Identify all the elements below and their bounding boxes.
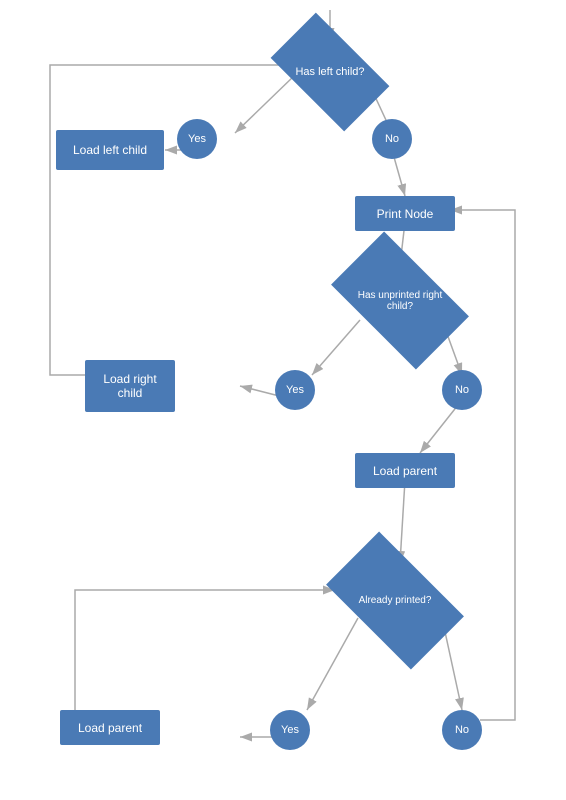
no-circle-3: No — [442, 710, 482, 750]
load-right-child-rect: Load right child — [85, 360, 175, 412]
already-printed-diamond: Already printed? — [335, 563, 455, 638]
no-circle-1: No — [372, 119, 412, 159]
load-left-child-rect: Load left child — [56, 130, 164, 170]
yes-2-label: Yes — [286, 384, 304, 396]
has-left-child-diamond: Has left child? — [278, 40, 382, 104]
load-parent-2-rect: Load parent — [60, 710, 160, 745]
load-parent-rect: Load parent — [355, 453, 455, 488]
yes-circle-3: Yes — [270, 710, 310, 750]
load-parent-2-label: Load parent — [78, 721, 142, 735]
already-printed-label: Already printed? — [335, 563, 455, 638]
yes-1-label: Yes — [188, 133, 206, 145]
load-parent-label: Load parent — [373, 464, 437, 478]
no-2-label: No — [455, 384, 469, 396]
yes-circle-2: Yes — [275, 370, 315, 410]
has-unprinted-label: Has unprinted right child? — [340, 263, 460, 338]
yes-circle-1: Yes — [177, 119, 217, 159]
print-node-label: Print Node — [377, 207, 434, 221]
has-unprinted-diamond: Has unprinted right child? — [340, 263, 460, 338]
yes-3-label: Yes — [281, 724, 299, 736]
print-node-rect: Print Node — [355, 196, 455, 231]
has-left-child-label: Has left child? — [278, 40, 382, 104]
load-right-child-label: Load right child — [95, 372, 165, 400]
load-left-child-label: Load left child — [73, 143, 147, 157]
no-3-label: No — [455, 724, 469, 736]
no-1-label: No — [385, 133, 399, 145]
no-circle-2: No — [442, 370, 482, 410]
